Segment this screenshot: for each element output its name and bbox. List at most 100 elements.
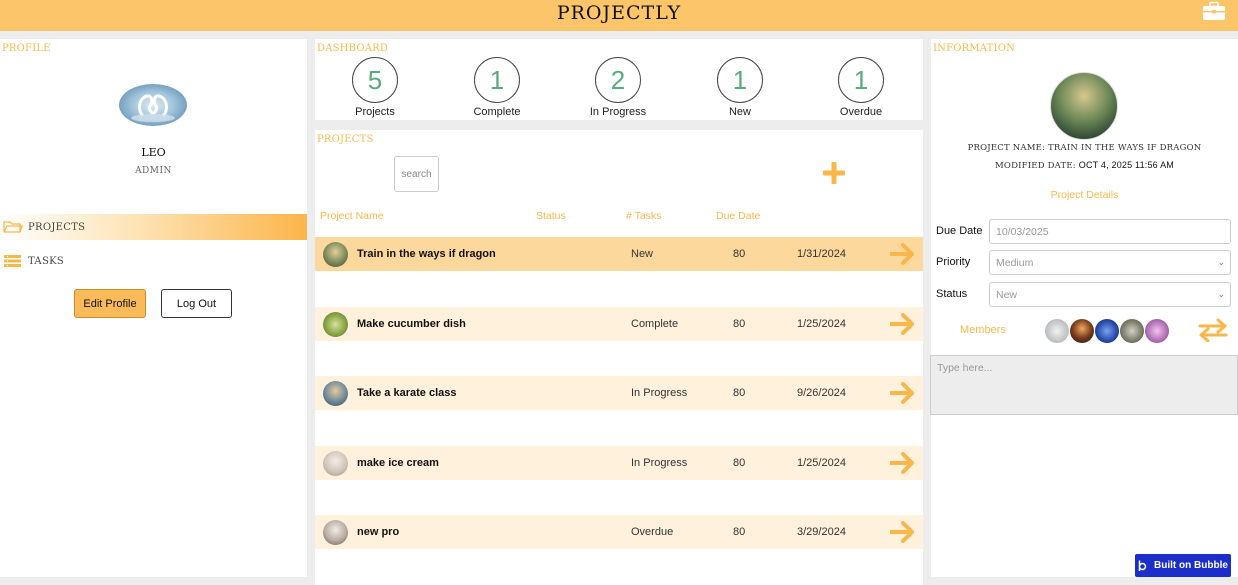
avatar bbox=[119, 84, 187, 126]
project-name-value: TRAIN IN THE WAYS IF DRAGON bbox=[1048, 143, 1202, 153]
due-date-field[interactable]: 10/03/2025 bbox=[989, 219, 1231, 244]
column-header-tasks[interactable]: # Tasks bbox=[626, 210, 661, 222]
bubble-logo-icon bbox=[1138, 560, 1147, 571]
project-status: Overdue bbox=[631, 526, 674, 538]
project-tasks: 80 bbox=[733, 248, 746, 260]
table-row[interactable]: Take a karate class In Progress 80 9/26/… bbox=[315, 376, 923, 410]
arrow-right-icon[interactable] bbox=[890, 381, 916, 405]
priority-label: Priority bbox=[936, 256, 971, 268]
table-row[interactable]: make ice cream In Progress 80 1/25/2024 bbox=[315, 446, 923, 480]
project-status: Complete bbox=[631, 318, 679, 330]
sidebar-item-projects[interactable]: PROJECTS bbox=[0, 214, 307, 240]
project-due-date: 3/29/2024 bbox=[797, 526, 846, 538]
project-thumbnail bbox=[323, 312, 348, 337]
stat-label: New bbox=[728, 106, 751, 118]
project-due-date: 1/25/2024 bbox=[797, 457, 846, 469]
project-name: make ice cream bbox=[357, 457, 439, 469]
project-thumbnail bbox=[323, 451, 348, 476]
project-status: In Progress bbox=[631, 387, 688, 399]
search-input[interactable]: search bbox=[394, 156, 439, 192]
member-avatar[interactable] bbox=[1120, 319, 1144, 343]
stat-value: 1 bbox=[717, 57, 763, 103]
sidebar-item-tasks[interactable]: TASKS bbox=[0, 248, 307, 274]
stat-label: In Progress bbox=[589, 106, 647, 118]
app-title: PROJECTLY bbox=[556, 2, 682, 24]
list-icon bbox=[4, 255, 21, 267]
project-name: Make cucumber dish bbox=[357, 318, 466, 330]
members-label: Members bbox=[960, 324, 1006, 336]
project-due-date: 1/25/2024 bbox=[797, 318, 846, 330]
member-avatar[interactable] bbox=[1145, 319, 1169, 343]
column-header-name[interactable]: Project Name bbox=[320, 210, 384, 222]
project-due-date: 9/26/2024 bbox=[797, 387, 846, 399]
project-image bbox=[1050, 72, 1118, 140]
project-status: In Progress bbox=[631, 457, 688, 469]
member-avatar[interactable] bbox=[1045, 319, 1069, 343]
projects-section-title: PROJECTS bbox=[317, 134, 374, 145]
project-name-label: PROJECT NAME: bbox=[967, 143, 1046, 153]
briefcase-icon[interactable] bbox=[1202, 1, 1226, 21]
chevron-down-icon: ⌄ bbox=[1217, 257, 1225, 267]
swap-icon[interactable] bbox=[1198, 318, 1228, 342]
stat-value: 1 bbox=[838, 57, 884, 103]
arrow-right-icon[interactable] bbox=[890, 242, 916, 266]
user-name: LEO bbox=[141, 146, 166, 159]
project-thumbnail bbox=[323, 381, 348, 406]
stat-label: Projects bbox=[355, 106, 395, 118]
stat-value: 1 bbox=[474, 57, 520, 103]
stat-in-progress: 2 In Progress bbox=[578, 57, 658, 118]
column-header-due-date[interactable]: Due Date bbox=[716, 210, 760, 222]
arrow-right-icon[interactable] bbox=[890, 312, 916, 336]
stat-overdue: 1 Overdue bbox=[821, 57, 901, 118]
priority-select[interactable]: Medium ⌄ bbox=[989, 250, 1231, 275]
priority-value: Medium bbox=[996, 256, 1034, 269]
arrow-right-icon[interactable] bbox=[890, 520, 916, 544]
status-value: New bbox=[996, 288, 1018, 301]
modified-date-label: MODIFIED DATE: bbox=[995, 161, 1076, 171]
project-status: New bbox=[631, 248, 654, 260]
table-row[interactable]: Make cucumber dish Complete 80 1/25/2024 bbox=[315, 307, 923, 341]
dashboard-panel: DASHBOARD 5 Projects 1 Complete 2 In Pro… bbox=[315, 39, 923, 120]
built-on-bubble-badge[interactable]: Built on Bubble bbox=[1135, 554, 1231, 577]
project-name: Train in the ways if dragon bbox=[357, 248, 496, 260]
information-section-title: INFORMATION bbox=[933, 43, 1016, 54]
member-avatar[interactable] bbox=[1095, 319, 1119, 343]
modified-date-line: MODIFIED DATE: OCT 4, 2025 11:56 AM bbox=[931, 160, 1238, 171]
project-thumbnail bbox=[323, 520, 348, 545]
stat-projects: 5 Projects bbox=[335, 57, 415, 118]
arrow-right-icon[interactable] bbox=[890, 451, 916, 475]
status-select[interactable]: New ⌄ bbox=[989, 282, 1231, 307]
column-header-status[interactable]: Status bbox=[536, 210, 566, 222]
member-avatar[interactable] bbox=[1070, 319, 1094, 343]
due-date-value: 10/03/2025 bbox=[996, 225, 1049, 238]
badge-label: Built on Bubble bbox=[1154, 560, 1228, 571]
project-tasks: 80 bbox=[733, 526, 746, 538]
stat-label: Overdue bbox=[839, 106, 883, 118]
sidebar-item-label: TASKS bbox=[28, 255, 65, 267]
chevron-down-icon: ⌄ bbox=[1217, 289, 1225, 299]
add-project-button[interactable] bbox=[822, 161, 846, 185]
table-row[interactable]: new pro Overdue 80 3/29/2024 bbox=[315, 515, 923, 549]
folder-icon bbox=[3, 221, 23, 233]
information-panel: INFORMATION PROJECT NAME: TRAIN IN THE W… bbox=[930, 39, 1238, 577]
dashboard-section-title: DASHBOARD bbox=[317, 43, 389, 54]
stat-value: 2 bbox=[595, 57, 641, 103]
projects-panel: PROJECTS search Project Name Status # Ta… bbox=[315, 130, 923, 585]
logout-button[interactable]: Log Out bbox=[161, 289, 232, 318]
top-bar: PROJECTLY bbox=[0, 0, 1238, 31]
stat-new: 1 New bbox=[700, 57, 780, 118]
stat-label: Complete bbox=[473, 106, 521, 118]
project-tasks: 80 bbox=[733, 457, 746, 469]
notes-textarea[interactable]: Type here... bbox=[930, 355, 1238, 415]
status-label: Status bbox=[936, 288, 968, 300]
edit-profile-button[interactable]: Edit Profile bbox=[74, 289, 146, 318]
project-due-date: 1/31/2024 bbox=[797, 248, 846, 260]
modified-date-value: OCT 4, 2025 11:56 AM bbox=[1078, 160, 1174, 170]
project-name: Take a karate class bbox=[357, 387, 457, 399]
stat-value: 5 bbox=[352, 57, 398, 103]
project-tasks: 80 bbox=[733, 318, 746, 330]
due-date-label: Due Date bbox=[936, 225, 983, 237]
project-details-link[interactable]: Project Details bbox=[931, 189, 1238, 201]
table-row[interactable]: Train in the ways if dragon New 80 1/31/… bbox=[315, 237, 923, 271]
profile-section-title: PROFILE bbox=[2, 43, 51, 54]
